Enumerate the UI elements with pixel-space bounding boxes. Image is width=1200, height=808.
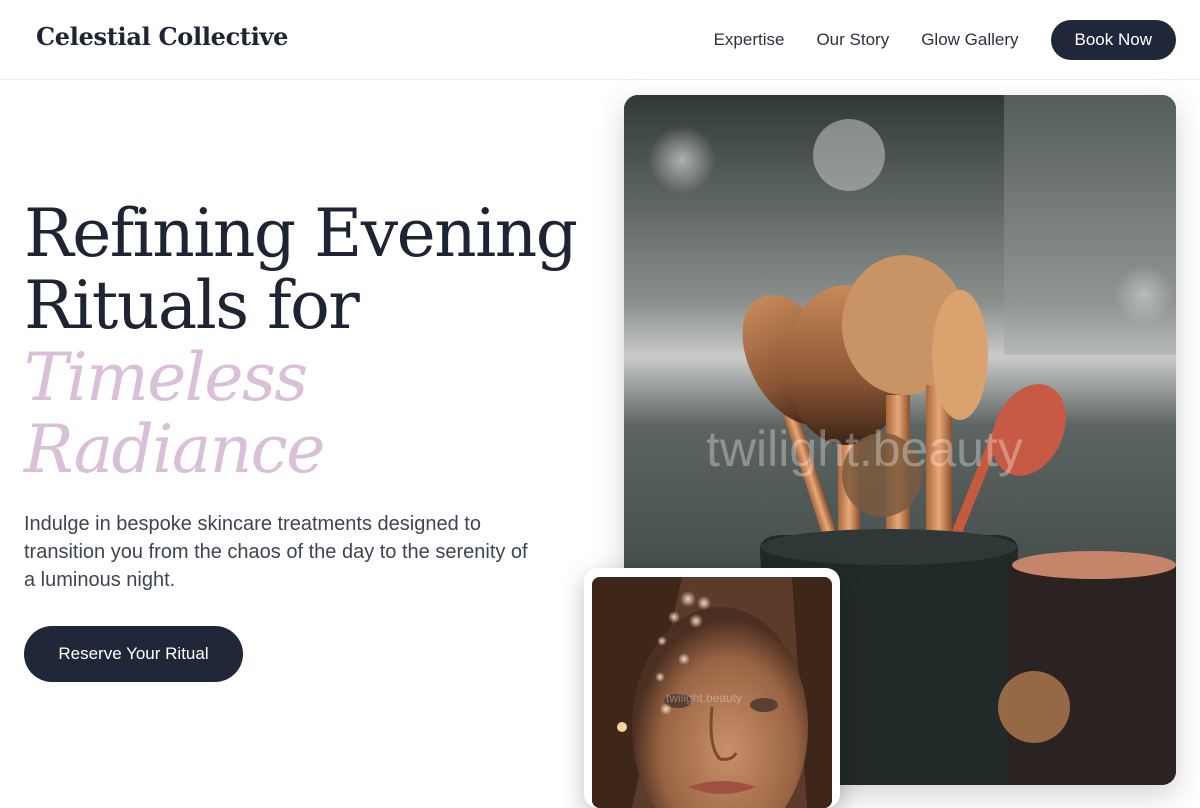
nav-link-expertise[interactable]: Expertise	[714, 30, 785, 50]
main-nav: Expertise Our Story Glow Gallery Book No…	[682, 20, 1176, 60]
hero-heading-line-1: Refining Evening	[24, 195, 578, 272]
portrait-photo: twilight.beauty	[592, 577, 832, 808]
top-navigation-bar: Celestial Collective Expertise Our Story…	[0, 0, 1200, 80]
portrait-photo-watermark: twilight.beauty	[666, 691, 743, 705]
portrait-photo-card: twilight.beauty	[584, 568, 840, 808]
hero-description: Indulge in bespoke skincare treatments d…	[24, 513, 528, 591]
hero-heading-accent-1: Timeless	[24, 339, 308, 416]
main-photo-watermark: twilight.beauty	[706, 421, 1023, 477]
hero-heading: Refining Evening Rituals for Timeless Ra…	[24, 198, 604, 486]
brand-logo[interactable]: Celestial Collective	[36, 22, 288, 51]
hero-heading-line-2: Rituals for	[24, 267, 360, 344]
hero-heading-accent-2: Radiance	[24, 411, 325, 488]
reserve-ritual-button[interactable]: Reserve Your Ritual	[24, 626, 243, 682]
nav-link-our-story[interactable]: Our Story	[816, 30, 889, 50]
nav-link-glow-gallery[interactable]: Glow Gallery	[921, 30, 1018, 50]
book-now-button[interactable]: Book Now	[1050, 20, 1176, 60]
